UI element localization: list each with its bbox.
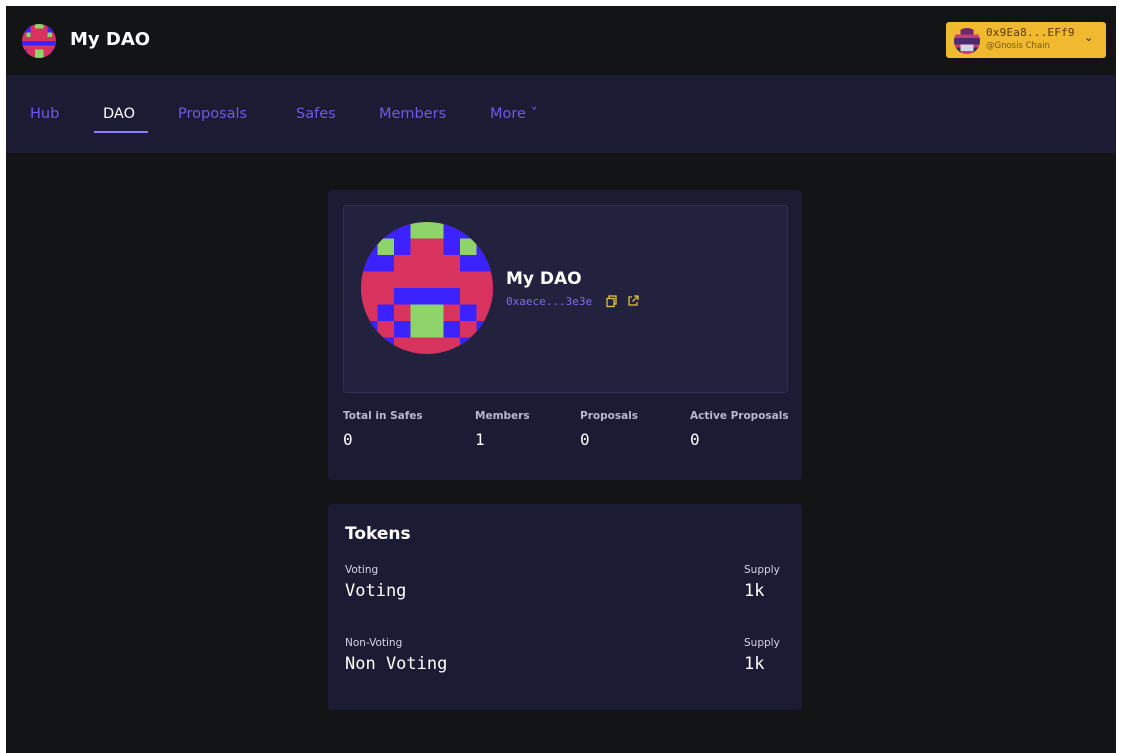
- supply-value-non-voting: 1k: [744, 654, 765, 674]
- app-frame: My DAO 0x9Ea8...EFf9 @Gnosis Chain ⌄ Hub…: [6, 6, 1116, 753]
- nav-item-more[interactable]: More ˅: [490, 106, 538, 122]
- dao-address[interactable]: 0xaece...3e3e: [506, 295, 592, 308]
- stat-label-active-proposals: Active Proposals: [690, 410, 789, 422]
- supply-label-voting: Supply: [744, 564, 780, 576]
- nav-item-dao[interactable]: DAO: [103, 106, 135, 122]
- wallet-button[interactable]: 0x9Ea8...EFf9 @Gnosis Chain ⌄: [946, 22, 1106, 58]
- stat-label-total-in-safes: Total in Safes: [343, 410, 423, 422]
- main-nav: Hub DAO Proposals Safes Members More ˅: [6, 75, 1116, 153]
- wallet-chain: @Gnosis Chain: [986, 41, 1050, 51]
- nav-item-safes[interactable]: Safes: [296, 106, 336, 122]
- chevron-down-icon: ⌄: [1084, 31, 1094, 44]
- stat-label-members: Members: [475, 410, 530, 422]
- copy-icon[interactable]: [605, 293, 619, 308]
- dao-profile-panel: My DAO 0xaece...3e3e: [343, 205, 788, 393]
- stat-value-members: 1: [475, 430, 485, 449]
- supply-label-non-voting: Supply: [744, 637, 780, 649]
- token-type-label-voting: Voting: [345, 564, 379, 576]
- external-link-icon[interactable]: [626, 293, 640, 307]
- stat-value-total-in-safes: 0: [343, 430, 353, 449]
- tokens-card: Tokens Voting Voting Supply 1k Non-Votin…: [328, 504, 802, 710]
- nav-item-proposals[interactable]: Proposals: [178, 106, 247, 122]
- token-name-voting: Voting: [345, 581, 407, 601]
- top-header: My DAO 0x9Ea8...EFf9 @Gnosis Chain ⌄: [6, 6, 1116, 75]
- stat-value-active-proposals: 0: [690, 430, 700, 449]
- nav-item-hub[interactable]: Hub: [30, 106, 59, 122]
- dao-title: My DAO: [70, 29, 151, 50]
- dao-avatar-large-icon: [361, 222, 493, 354]
- supply-value-voting: 1k: [744, 581, 765, 601]
- wallet-address: 0x9Ea8...EFf9: [986, 26, 1075, 39]
- tokens-title: Tokens: [345, 524, 411, 544]
- dao-avatar-icon[interactable]: [22, 24, 56, 58]
- nav-active-indicator: [94, 131, 148, 133]
- dao-info-card: My DAO 0xaece...3e3e Total in Safes 0 Me…: [328, 190, 802, 480]
- dao-name: My DAO: [506, 269, 582, 289]
- stat-value-proposals: 0: [580, 430, 590, 449]
- stat-label-proposals: Proposals: [580, 410, 639, 422]
- wallet-avatar-icon: [954, 28, 980, 54]
- nav-item-members[interactable]: Members: [379, 106, 446, 122]
- token-name-non-voting: Non Voting: [345, 654, 448, 674]
- token-type-label-non-voting: Non-Voting: [345, 637, 403, 649]
